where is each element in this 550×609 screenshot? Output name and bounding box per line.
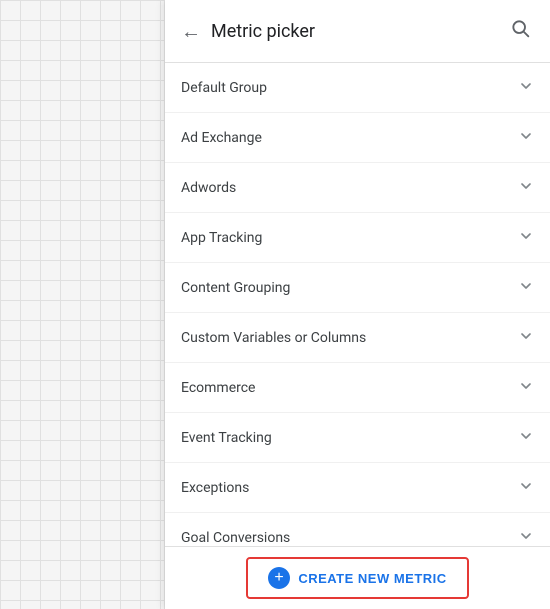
menu-item-adwords[interactable]: Adwords (165, 163, 550, 213)
chevron-down-icon (518, 528, 534, 546)
menu-item-label: Default Group (181, 80, 267, 96)
chevron-down-icon (518, 78, 534, 97)
plus-circle-icon: + (268, 567, 290, 589)
menu-item-label: Content Grouping (181, 280, 290, 296)
menu-item-default-group[interactable]: Default Group (165, 63, 550, 113)
header-left: ← Metric picker (181, 21, 315, 42)
chevron-down-icon (518, 178, 534, 197)
menu-item-ecommerce[interactable]: Ecommerce (165, 363, 550, 413)
left-panel (0, 0, 165, 609)
menu-item-label: Ecommerce (181, 380, 255, 396)
back-button[interactable]: ← (181, 21, 201, 41)
metric-picker-panel: ← Metric picker Default Group Ad Exchange… (165, 0, 550, 609)
chevron-down-icon (518, 228, 534, 247)
chevron-down-icon (518, 328, 534, 347)
search-icon (510, 18, 530, 38)
chevron-down-icon (518, 428, 534, 447)
menu-item-label: Goal Conversions (181, 530, 290, 546)
chevron-down-icon (518, 278, 534, 297)
chevron-down-icon (518, 128, 534, 147)
menu-item-label: Ad Exchange (181, 130, 262, 146)
menu-item-label: Custom Variables or Columns (181, 330, 366, 346)
panel-title: Metric picker (211, 21, 315, 42)
panel-footer: + CREATE NEW METRIC (165, 546, 550, 609)
chevron-down-icon (518, 378, 534, 397)
menu-item-label: Adwords (181, 180, 236, 196)
menu-item-app-tracking[interactable]: App Tracking (165, 213, 550, 263)
panel-header: ← Metric picker (165, 0, 550, 63)
menu-item-exceptions[interactable]: Exceptions (165, 463, 550, 513)
menu-item-custom-variables[interactable]: Custom Variables or Columns (165, 313, 550, 363)
menu-item-event-tracking[interactable]: Event Tracking (165, 413, 550, 463)
menu-item-label: Event Tracking (181, 430, 272, 446)
menu-item-content-grouping[interactable]: Content Grouping (165, 263, 550, 313)
menu-list: Default Group Ad Exchange Adwords App Track… (165, 63, 550, 546)
create-button-label: CREATE NEW METRIC (298, 571, 446, 586)
menu-item-ad-exchange[interactable]: Ad Exchange (165, 113, 550, 163)
search-button[interactable] (506, 14, 534, 48)
chevron-down-icon (518, 478, 534, 497)
menu-item-label: App Tracking (181, 230, 262, 246)
menu-item-goal-conversions[interactable]: Goal Conversions (165, 513, 550, 546)
create-new-metric-button[interactable]: + CREATE NEW METRIC (246, 557, 468, 599)
menu-item-label: Exceptions (181, 480, 249, 496)
